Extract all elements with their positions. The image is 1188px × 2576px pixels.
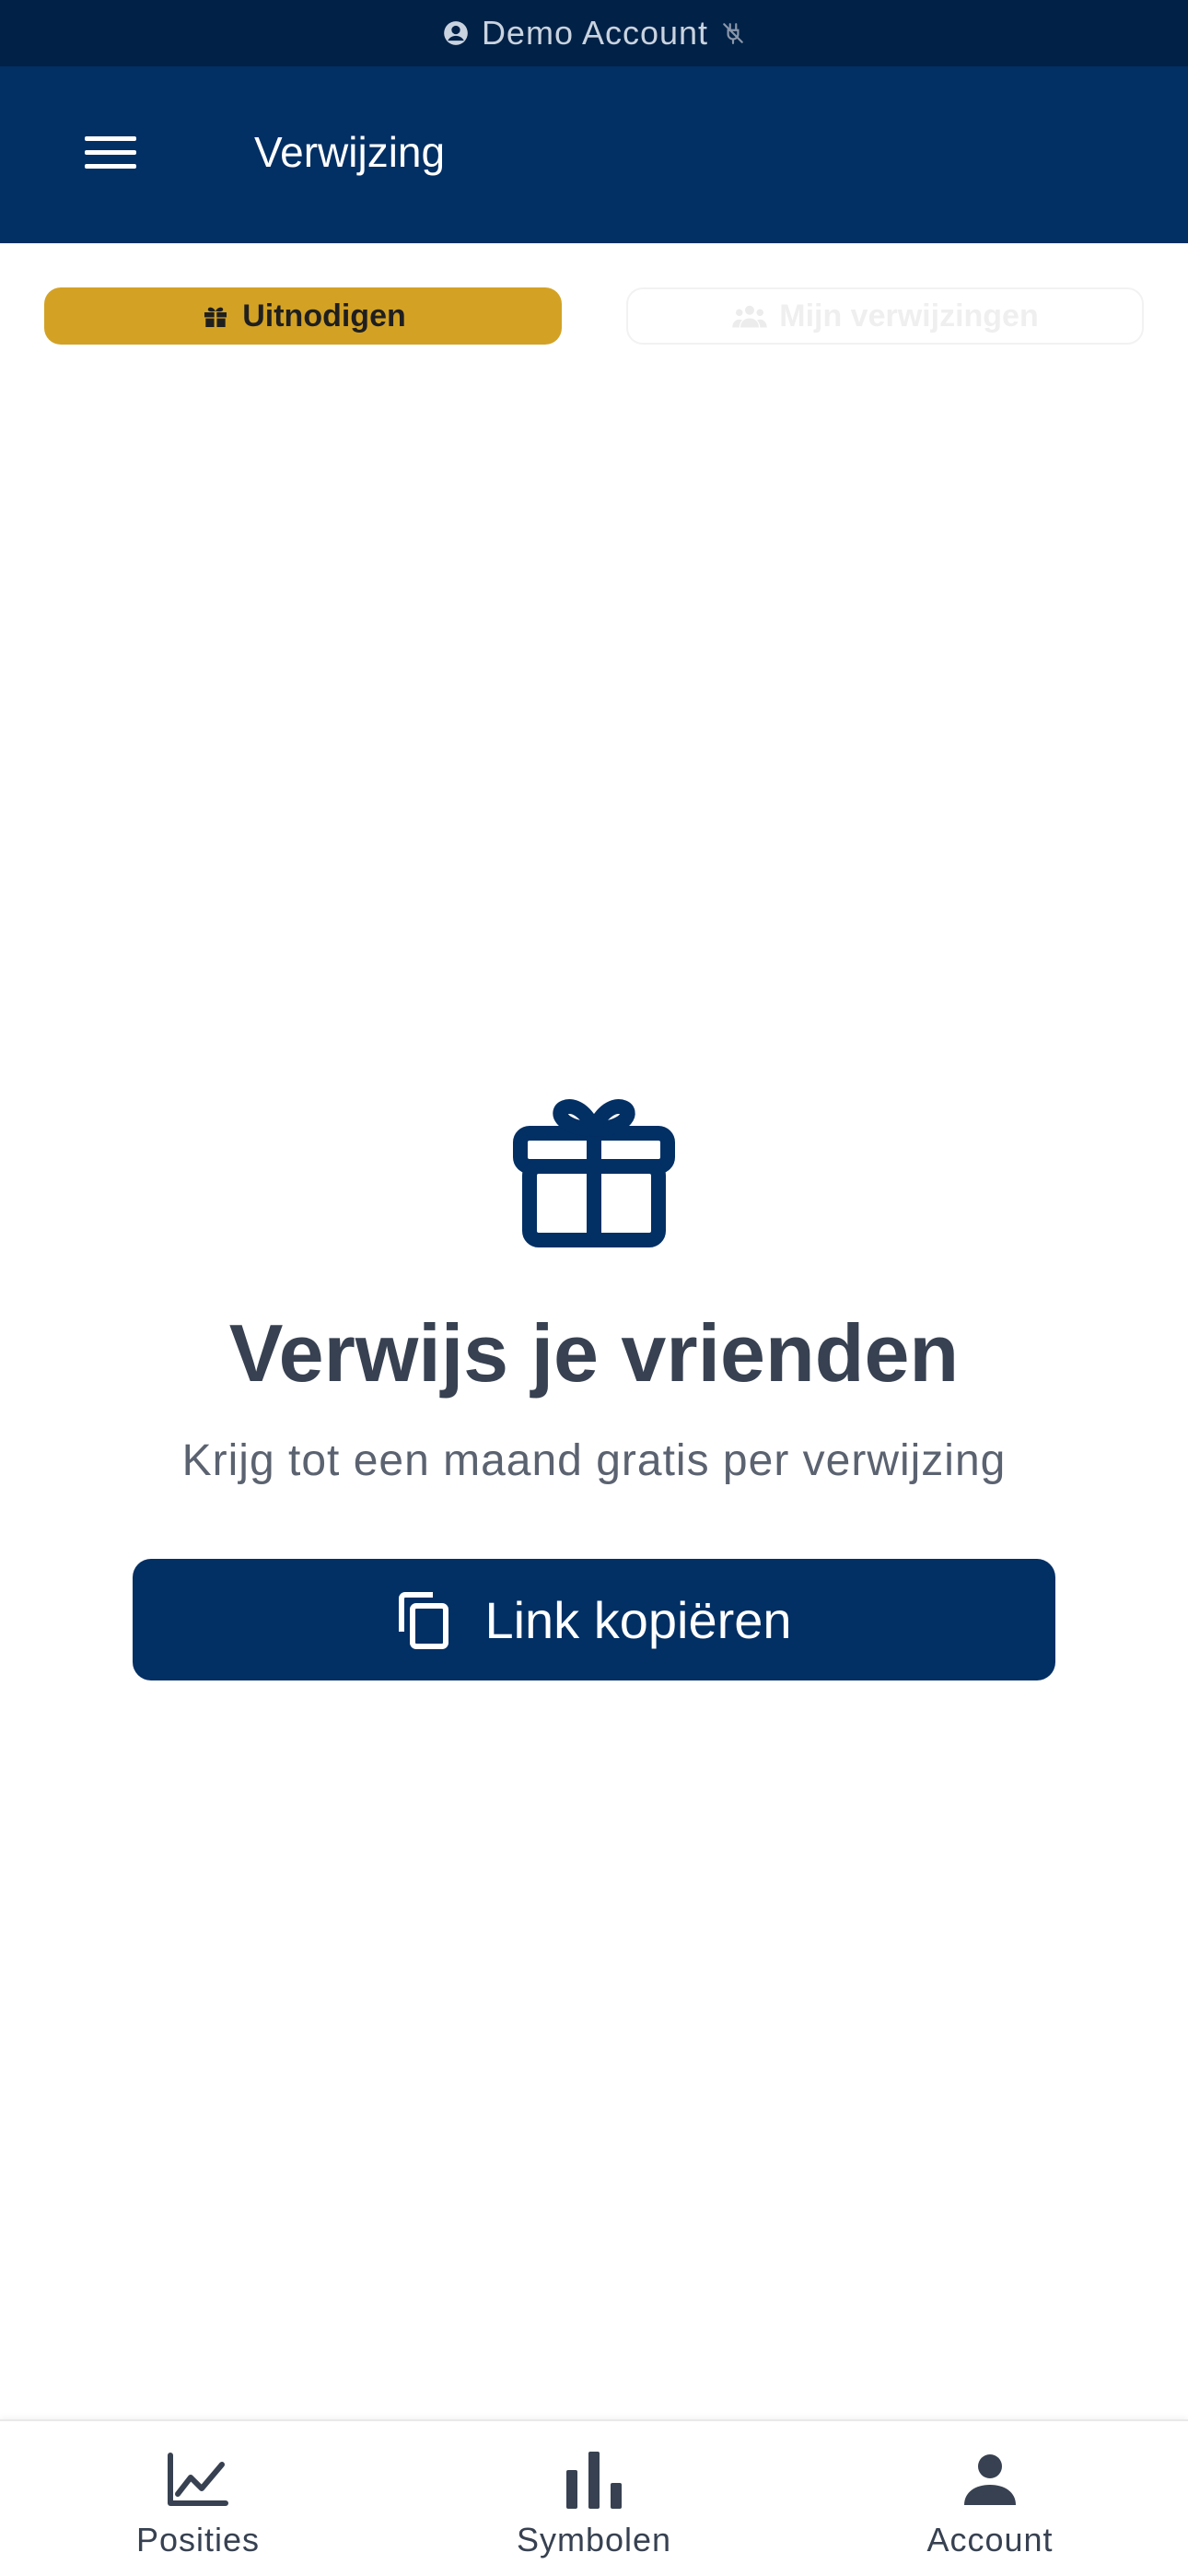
nav-item-positions[interactable]: Posities [0, 2421, 396, 2576]
account-circle-icon [443, 20, 469, 46]
referral-screen: Demo Account Verwijzing Uitnodigen Mijn … [0, 0, 1188, 2576]
copy-link-button[interactable]: Link kopiëren [133, 1559, 1055, 1680]
tab-invite[interactable]: Uitnodigen [44, 287, 562, 345]
bottom-navigation: Posities Symbolen Account [0, 2419, 1188, 2576]
nav-label-account: Account [926, 2521, 1054, 2558]
headline: Verwijs je vrienden [228, 1307, 960, 1399]
person-icon [964, 2447, 1016, 2512]
menu-button[interactable] [70, 118, 151, 192]
copy-link-label: Link kopiëren [484, 1590, 792, 1649]
people-icon [731, 302, 768, 330]
tab-invite-label: Uitnodigen [242, 298, 406, 334]
nav-label-positions: Posities [135, 2521, 261, 2558]
copy-icon [396, 1589, 451, 1650]
demo-account-label: Demo Account [481, 14, 709, 52]
tab-my-referrals[interactable]: Mijn verwijzingen [626, 287, 1144, 345]
connection-off-icon [721, 21, 745, 45]
nav-item-account[interactable]: Account [792, 2421, 1188, 2576]
hamburger-menu-icon [85, 135, 136, 176]
gift-icon [511, 1096, 677, 1253]
bar-chart-icon [566, 2447, 622, 2512]
page-title: Verwijzing [254, 128, 446, 176]
gift-icon [200, 301, 231, 331]
nav-item-symbols[interactable]: Symbolen [396, 2421, 792, 2576]
tab-my-referrals-label: Mijn verwijzingen [779, 298, 1039, 334]
subline: Krijg tot een maand gratis per verwijzin… [181, 1436, 1007, 1485]
nav-label-symbols: Symbolen [516, 2521, 672, 2558]
demo-account-banner: Demo Account [0, 0, 1188, 66]
app-bar: Verwijzing [0, 66, 1188, 243]
line-chart-icon [167, 2447, 229, 2512]
